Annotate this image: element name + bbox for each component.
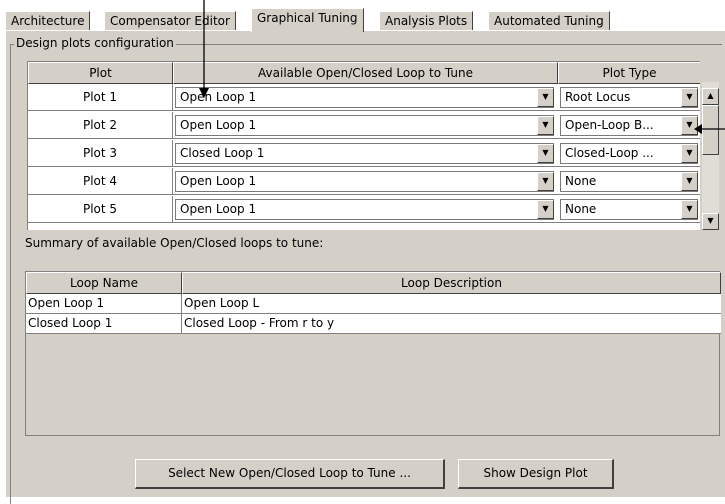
plot-type-select[interactable]: Root Locus ▼ bbox=[560, 87, 698, 108]
loop-name-cell: Open Loop 1 bbox=[26, 294, 182, 313]
plot-column-header[interactable]: Plot bbox=[28, 62, 173, 84]
loop-select-value: Open Loop 1 bbox=[180, 118, 257, 132]
chevron-down-icon[interactable]: ▼ bbox=[537, 88, 554, 107]
tab-compensator-editor[interactable]: Compensator Editor bbox=[104, 11, 236, 31]
plots-table: Plot Available Open/Closed Loop to Tune … bbox=[27, 61, 700, 230]
tab-automated-tuning[interactable]: Automated Tuning bbox=[488, 11, 610, 31]
summary-label: Summary of available Open/Closed loops t… bbox=[25, 236, 324, 250]
table-row[interactable]: Closed Loop 1 Closed Loop - From r to y bbox=[26, 314, 721, 334]
select-new-loop-button[interactable]: Select New Open/Closed Loop to Tune ... bbox=[135, 459, 445, 489]
plot-type-value: Root Locus bbox=[565, 90, 631, 104]
plot-name: Plot 2 bbox=[28, 112, 173, 138]
plot-type-value: None bbox=[565, 202, 597, 216]
loop-select-value: Closed Loop 1 bbox=[180, 146, 265, 160]
chevron-down-icon[interactable]: ▼ bbox=[681, 200, 698, 219]
loop-select[interactable]: Open Loop 1 ▼ bbox=[175, 115, 554, 136]
chevron-down-icon[interactable]: ▼ bbox=[537, 144, 554, 163]
scrollbar-thumb[interactable] bbox=[702, 105, 719, 155]
plot-type-value: Closed-Loop ... bbox=[565, 146, 654, 160]
plot-type-column-header[interactable]: Plot Type bbox=[558, 62, 700, 84]
loop-select-value: Open Loop 1 bbox=[180, 174, 257, 188]
loop-column-header[interactable]: Available Open/Closed Loop to Tune bbox=[173, 62, 558, 84]
table-row: Plot 1 Open Loop 1 ▼ Root Locus ▼ bbox=[28, 84, 700, 111]
chevron-down-icon[interactable]: ▼ bbox=[681, 144, 698, 163]
plot-type-select[interactable]: None ▼ bbox=[560, 171, 698, 192]
scroll-up-icon[interactable]: ▲ bbox=[702, 88, 719, 105]
loop-select[interactable]: Open Loop 1 ▼ bbox=[175, 171, 554, 192]
table-row[interactable]: Open Loop 1 Open Loop L bbox=[26, 294, 721, 314]
plot-type-select[interactable]: Closed-Loop ... ▼ bbox=[560, 143, 698, 164]
loop-select[interactable]: Closed Loop 1 ▼ bbox=[175, 143, 554, 164]
design-plots-title: Design plots configuration bbox=[14, 36, 176, 50]
show-design-plot-button[interactable]: Show Design Plot bbox=[458, 459, 614, 489]
plot-name: Plot 3 bbox=[28, 140, 173, 166]
loop-select-value: Open Loop 1 bbox=[180, 202, 257, 216]
chevron-down-icon[interactable]: ▼ bbox=[681, 116, 698, 135]
loop-select[interactable]: Open Loop 1 ▼ bbox=[175, 87, 554, 108]
plots-table-scrollbar[interactable]: ▲ ▼ bbox=[701, 82, 719, 230]
loop-description-header[interactable]: Loop Description bbox=[182, 272, 721, 294]
table-row: Plot 5 Open Loop 1 ▼ None ▼ bbox=[28, 196, 700, 223]
chevron-down-icon[interactable]: ▼ bbox=[681, 88, 698, 107]
loop-name-header[interactable]: Loop Name bbox=[26, 272, 182, 294]
plot-name: Plot 1 bbox=[28, 84, 173, 110]
plot-type-select[interactable]: None ▼ bbox=[560, 199, 698, 220]
tab-graphical-tuning[interactable]: Graphical Tuning bbox=[251, 8, 364, 32]
loop-description-cell: Open Loop L bbox=[184, 296, 260, 310]
loop-description-cell: Closed Loop - From r to y bbox=[184, 316, 335, 330]
plot-type-value: None bbox=[565, 174, 597, 188]
loop-name-cell: Closed Loop 1 bbox=[26, 314, 182, 333]
chevron-down-icon[interactable]: ▼ bbox=[537, 116, 554, 135]
table-row: Plot 3 Closed Loop 1 ▼ Closed-Loop ... ▼ bbox=[28, 140, 700, 167]
table-row: Plot 2 Open Loop 1 ▼ Open-Loop B... ▼ bbox=[28, 112, 700, 139]
chevron-down-icon[interactable]: ▼ bbox=[681, 172, 698, 191]
chevron-down-icon[interactable]: ▼ bbox=[537, 200, 554, 219]
plot-type-value: Open-Loop B... bbox=[565, 118, 654, 132]
table-row: Plot 4 Open Loop 1 ▼ None ▼ bbox=[28, 168, 700, 195]
loop-select-value: Open Loop 1 bbox=[180, 90, 257, 104]
scroll-down-icon[interactable]: ▼ bbox=[702, 213, 719, 230]
loops-summary-table: Loop Name Loop Description Open Loop 1 O… bbox=[25, 271, 721, 436]
chevron-down-icon[interactable]: ▼ bbox=[537, 172, 554, 191]
tab-architecture[interactable]: Architecture bbox=[5, 11, 91, 31]
plot-name: Plot 4 bbox=[28, 168, 173, 194]
plot-type-select[interactable]: Open-Loop B... ▼ bbox=[560, 115, 698, 136]
loop-select[interactable]: Open Loop 1 ▼ bbox=[175, 199, 554, 220]
tab-analysis-plots[interactable]: Analysis Plots bbox=[379, 11, 474, 31]
plot-name: Plot 5 bbox=[28, 196, 173, 222]
